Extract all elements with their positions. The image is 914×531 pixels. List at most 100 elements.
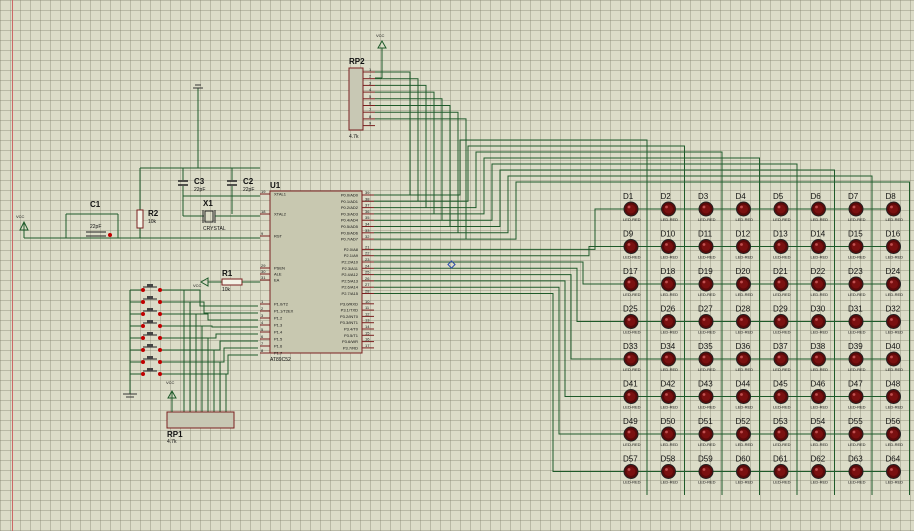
mcu-pin-left[interactable]: 19 XTAL1	[260, 189, 287, 197]
led[interactable]: D3 LED-RED	[698, 192, 716, 222]
led[interactable]: D25 LED-RED	[623, 305, 641, 335]
led[interactable]: D37 LED-RED	[773, 342, 791, 372]
led[interactable]: D18 LED-RED	[661, 267, 679, 297]
oscillator-circuit[interactable]: C3 22pF C2 22pF X1 CRYSTAL R2 10k VCC C1…	[16, 84, 260, 239]
led-ref: D39	[848, 342, 863, 351]
led[interactable]: D54 LED-RED	[811, 417, 829, 447]
led[interactable]: D56 LED-RED	[886, 417, 904, 447]
mcu-pin-number: 17	[365, 343, 370, 348]
led[interactable]: D42 LED-RED	[661, 380, 679, 410]
led-ref: D31	[848, 305, 863, 314]
led[interactable]: D29 LED-RED	[773, 305, 791, 335]
led[interactable]: D63 LED-RED	[848, 455, 866, 485]
led[interactable]: D19 LED-RED	[698, 267, 716, 297]
led[interactable]: D60 LED-RED	[736, 455, 754, 485]
led[interactable]: D40 LED-RED	[886, 342, 904, 372]
mcu-pin-name: P0.4/AD4	[341, 218, 359, 223]
led[interactable]: D5 LED-RED	[773, 192, 791, 222]
led[interactable]: D24 LED-RED	[886, 267, 904, 297]
led[interactable]: D51 LED-RED	[698, 417, 716, 447]
led[interactable]: D17 LED-RED	[623, 267, 641, 297]
led[interactable]: D26 LED-RED	[661, 305, 679, 335]
led[interactable]: D7 LED-RED	[848, 192, 866, 222]
mcu-pin-number: 10	[365, 299, 370, 304]
mcu-u1[interactable]: 19 XTAL1 18 XTAL2 9 RST 29 PSEN 30 ALE 31 EA 1 P1.0/T…	[260, 181, 374, 363]
led[interactable]: D61 LED-RED	[773, 455, 791, 485]
led-part: LED-RED	[773, 480, 791, 485]
led[interactable]: D11 LED-RED	[698, 230, 716, 260]
rp1-resistor-pack[interactable]: VCC RP1 4.7k	[166, 380, 235, 445]
led[interactable]: D38 LED-RED	[811, 342, 829, 372]
led[interactable]: D62 LED-RED	[811, 455, 829, 485]
led[interactable]: D22 LED-RED	[811, 267, 829, 297]
led[interactable]: D49 LED-RED	[623, 417, 641, 447]
mcu-pin-number: 39	[365, 190, 370, 195]
mcu-pin-number: 37	[365, 203, 370, 208]
led[interactable]: D36 LED-RED	[736, 342, 754, 372]
mcu-pin-number: 27	[365, 282, 370, 287]
push-button[interactable]	[130, 308, 258, 412]
rp2-ref: RP2	[349, 57, 365, 66]
led-part: LED-RED	[848, 405, 866, 410]
push-button[interactable]	[130, 340, 258, 412]
led-matrix[interactable]: D1 LED-RED D2 LED-RED D3 LED-RED D4 LED-RED D5 LE…	[623, 192, 903, 485]
led[interactable]: D32 LED-RED	[886, 305, 904, 335]
led[interactable]: D30 LED-RED	[811, 305, 829, 335]
led[interactable]: D6 LED-RED	[811, 192, 829, 222]
button-array[interactable]	[123, 284, 258, 412]
led[interactable]: D57 LED-RED	[623, 455, 641, 485]
led[interactable]: D39 LED-RED	[848, 342, 866, 372]
led[interactable]: D35 LED-RED	[698, 342, 716, 372]
led[interactable]: D55 LED-RED	[848, 417, 866, 447]
led[interactable]: D20 LED-RED	[736, 267, 754, 297]
led[interactable]: D21 LED-RED	[773, 267, 791, 297]
led[interactable]: D50 LED-RED	[661, 417, 679, 447]
led[interactable]: D48 LED-RED	[886, 380, 904, 410]
led[interactable]: D33 LED-RED	[623, 342, 641, 372]
led[interactable]: D15 LED-RED	[848, 230, 866, 260]
led[interactable]: D28 LED-RED	[736, 305, 754, 335]
led[interactable]: D58 LED-RED	[661, 455, 679, 485]
mcu-pin-number: 14	[365, 324, 370, 329]
mcu-pin-number: 23	[365, 257, 370, 262]
r1-resistor[interactable]: R1 10k VCC	[193, 269, 260, 293]
led-ref: D10	[661, 230, 676, 239]
led[interactable]: D43 LED-RED	[698, 380, 716, 410]
led[interactable]: D59 LED-RED	[698, 455, 716, 485]
led[interactable]: D12 LED-RED	[736, 230, 754, 260]
led[interactable]: D2 LED-RED	[661, 192, 679, 222]
led[interactable]: D45 LED-RED	[773, 380, 791, 410]
led[interactable]: D31 LED-RED	[848, 305, 866, 335]
led-ref: D34	[661, 342, 676, 351]
led[interactable]: D9 LED-RED	[623, 230, 641, 260]
led[interactable]: D27 LED-RED	[698, 305, 716, 335]
led[interactable]: D8 LED-RED	[886, 192, 904, 222]
led[interactable]: D23 LED-RED	[848, 267, 866, 297]
led[interactable]: D47 LED-RED	[848, 380, 866, 410]
led[interactable]: D10 LED-RED	[661, 230, 679, 260]
led[interactable]: D46 LED-RED	[811, 380, 829, 410]
mcu-pin-name: P3.1/TXD	[341, 308, 358, 313]
push-button[interactable]	[130, 354, 258, 412]
led[interactable]: D13 LED-RED	[773, 230, 791, 260]
led[interactable]: D34 LED-RED	[661, 342, 679, 372]
led-part: LED-RED	[736, 442, 754, 447]
rp2-resistor-pack[interactable]: VCC 123456789 RP2 4.7k	[348, 33, 387, 140]
led[interactable]: D44 LED-RED	[736, 380, 754, 410]
led[interactable]: D4 LED-RED	[736, 192, 754, 222]
rp2-pin-number: 3	[369, 80, 372, 85]
led[interactable]: D41 LED-RED	[623, 380, 641, 410]
led-part: LED-RED	[736, 405, 754, 410]
led[interactable]: D64 LED-RED	[886, 455, 904, 485]
led[interactable]: D14 LED-RED	[811, 230, 829, 260]
led[interactable]: D53 LED-RED	[773, 417, 791, 447]
led[interactable]: D1 LED-RED	[623, 192, 641, 222]
led-ref: D29	[773, 305, 788, 314]
schematic-canvas[interactable]: VCC 123456789 RP2 4.7k C3 22pF C2 22pF X…	[0, 0, 914, 531]
led-part: LED-RED	[848, 480, 866, 485]
push-button[interactable]	[130, 347, 258, 412]
led[interactable]: D16 LED-RED	[886, 230, 904, 260]
led[interactable]: D52 LED-RED	[736, 417, 754, 447]
push-button[interactable]	[130, 296, 258, 412]
rp1-ref: RP1	[167, 430, 183, 439]
